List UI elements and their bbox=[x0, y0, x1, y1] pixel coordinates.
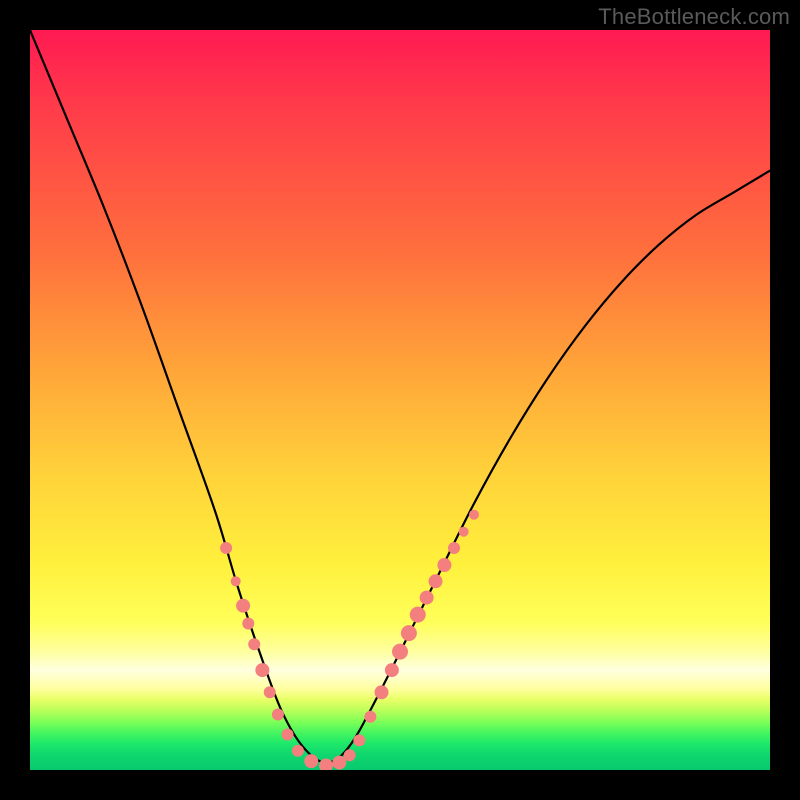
data-marker bbox=[364, 711, 376, 723]
data-marker bbox=[344, 749, 356, 761]
curve-svg bbox=[30, 30, 770, 770]
data-marker bbox=[220, 542, 232, 554]
data-marker bbox=[353, 734, 365, 746]
data-marker bbox=[459, 527, 469, 537]
data-marker bbox=[304, 754, 318, 768]
data-marker bbox=[392, 644, 408, 660]
data-marker bbox=[248, 638, 260, 650]
data-marker bbox=[410, 607, 426, 623]
plot-area bbox=[30, 30, 770, 770]
chart-frame: TheBottleneck.com bbox=[0, 0, 800, 800]
data-marker bbox=[292, 745, 304, 757]
data-marker bbox=[282, 728, 294, 740]
marker-group bbox=[220, 510, 479, 770]
data-marker bbox=[319, 759, 333, 770]
data-marker bbox=[401, 625, 417, 641]
data-marker bbox=[385, 663, 399, 677]
data-marker bbox=[420, 591, 434, 605]
data-marker bbox=[375, 685, 389, 699]
data-marker bbox=[264, 686, 276, 698]
data-marker bbox=[437, 558, 451, 572]
data-marker bbox=[236, 599, 250, 613]
data-marker bbox=[469, 510, 479, 520]
data-marker bbox=[242, 617, 254, 629]
data-marker bbox=[332, 756, 346, 770]
data-marker bbox=[255, 663, 269, 677]
data-marker bbox=[448, 542, 460, 554]
data-marker bbox=[231, 576, 241, 586]
data-marker bbox=[272, 709, 284, 721]
watermark-text: TheBottleneck.com bbox=[598, 4, 790, 30]
data-marker bbox=[429, 574, 443, 588]
